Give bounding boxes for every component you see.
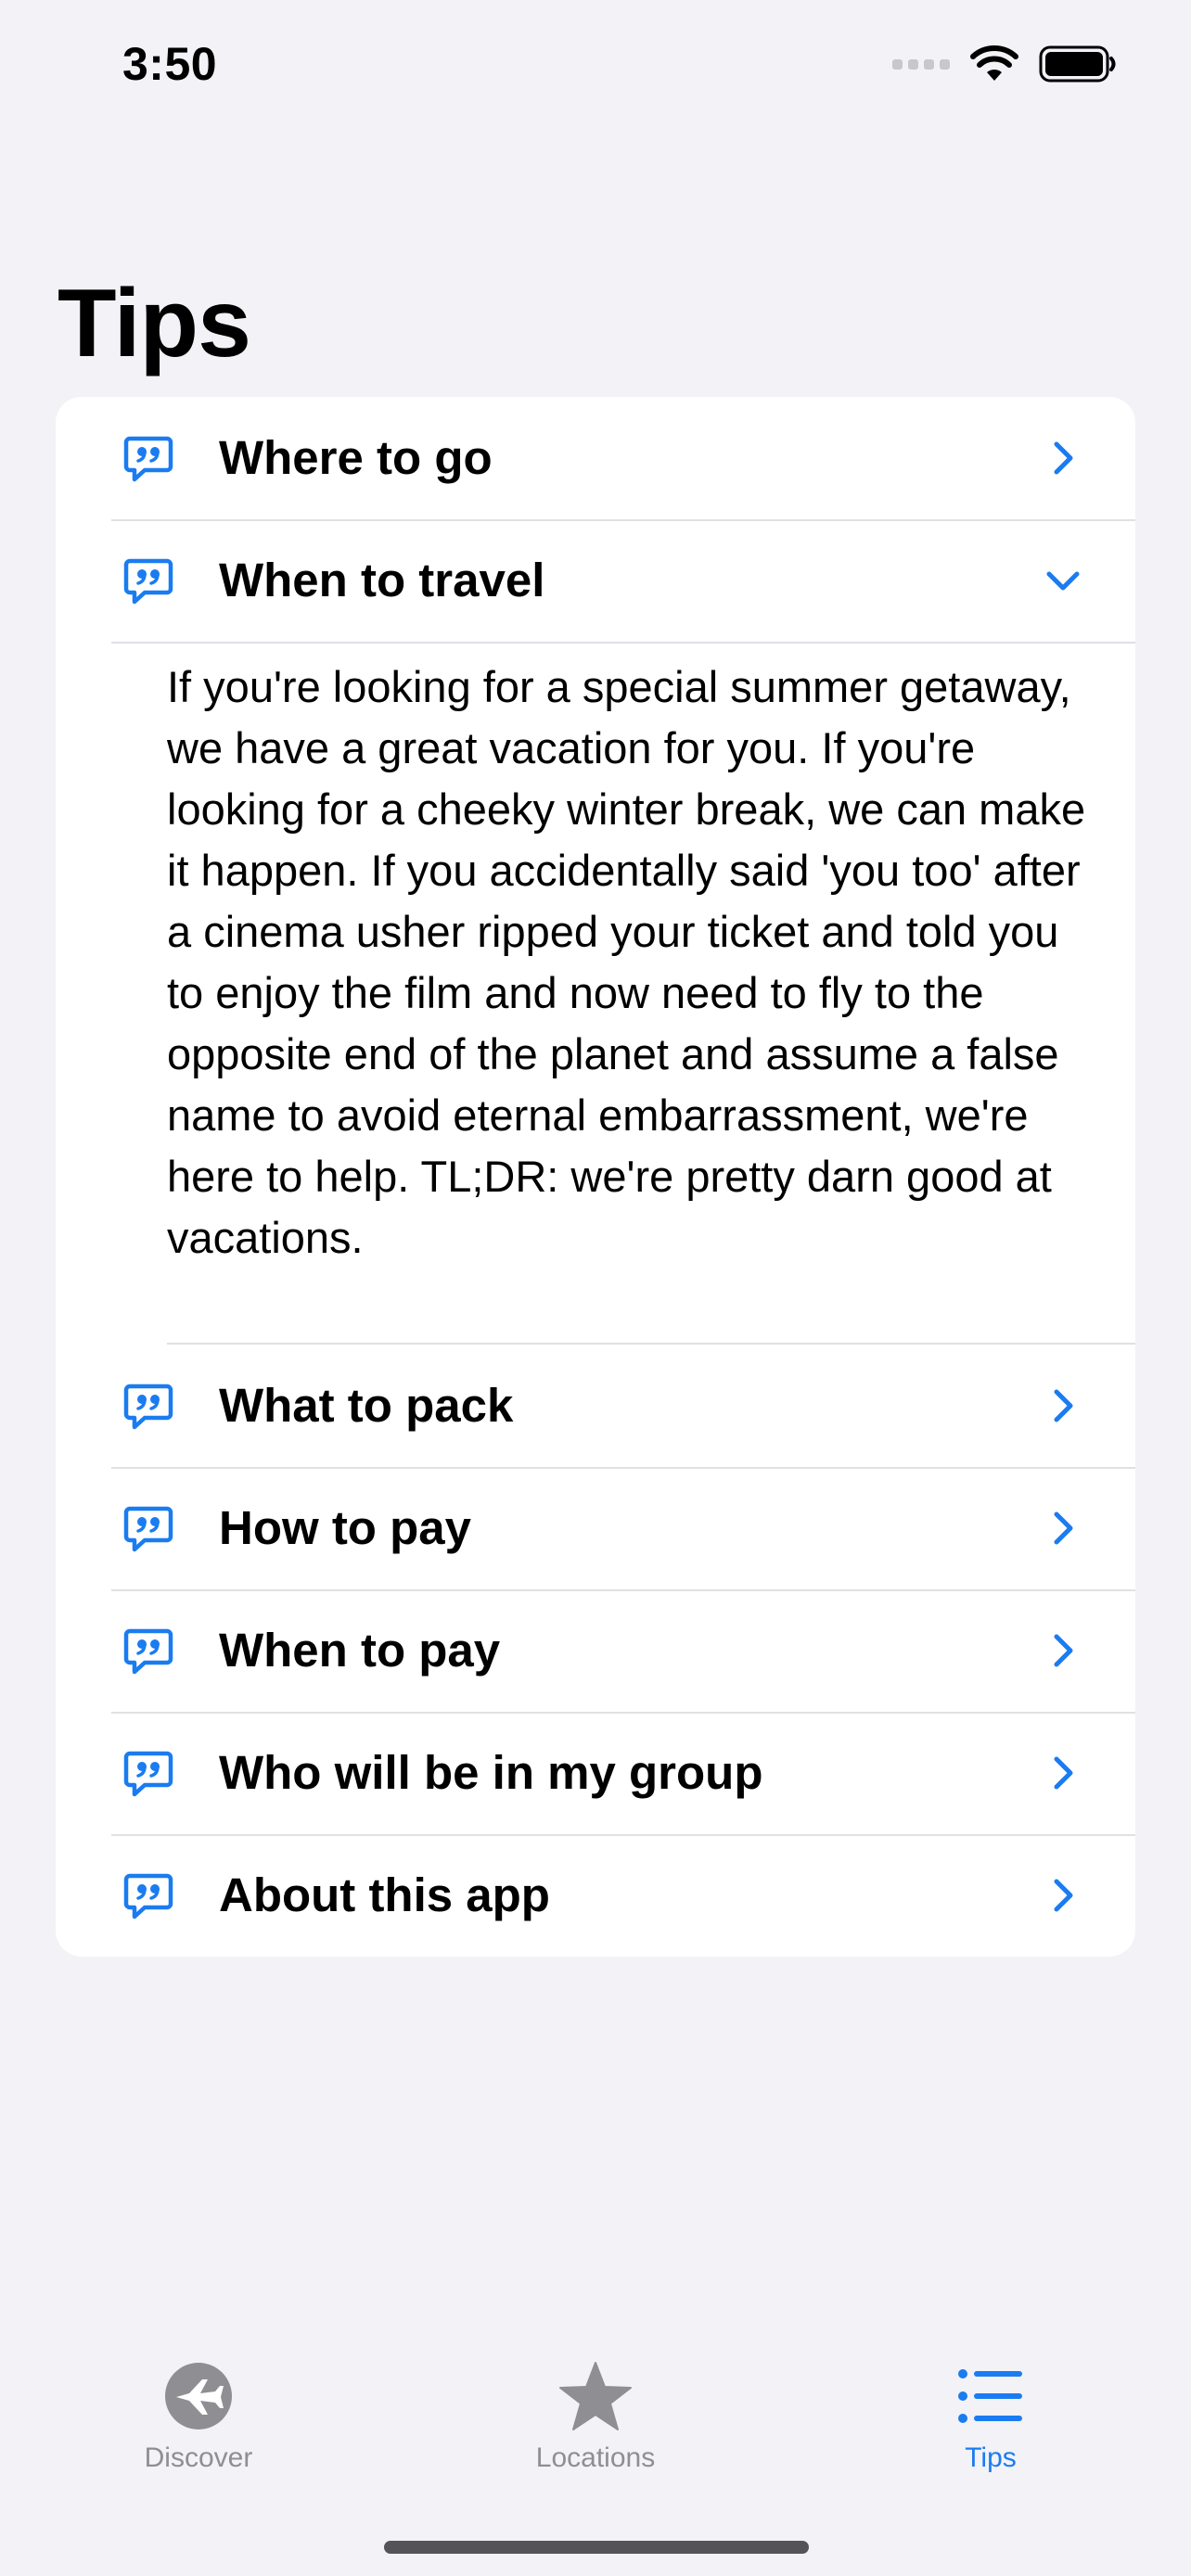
tip-label: When to travel (219, 554, 545, 606)
tab-discover[interactable]: Discover (78, 2337, 319, 2474)
star-icon (559, 2362, 632, 2430)
cellular-signal-icon (892, 58, 950, 70)
tab-label: Discover (144, 2442, 253, 2473)
quote-bubble-icon (122, 1503, 174, 1555)
chevron-right-icon (1043, 1630, 1083, 1671)
wifi-icon (970, 45, 1018, 81)
battery-icon (1039, 45, 1116, 83)
tab-tips[interactable]: Tips (870, 2337, 1111, 2474)
tip-row-when-to-travel[interactable]: When to travel (56, 519, 1135, 642)
tip-label: How to pay (219, 1501, 472, 1554)
chevron-right-icon (1043, 1385, 1083, 1426)
quote-bubble-icon (122, 1870, 174, 1922)
tip-label: When to pay (219, 1624, 501, 1677)
tab-label: Tips (965, 2442, 1017, 2473)
quote-bubble-icon (122, 433, 174, 485)
tip-row-when-to-pay[interactable]: When to pay (56, 1589, 1135, 1712)
tips-list: Where to go When to travel If you're loo… (56, 397, 1135, 1957)
chevron-right-icon (1043, 438, 1083, 478)
status-indicators (892, 45, 1117, 83)
screen: 3:50 Tips Where to go When to travel If … (0, 0, 1191, 2576)
tip-row-what-to-pack[interactable]: What to pack (56, 1345, 1135, 1467)
page-title: Tips (58, 270, 251, 377)
tip-detail-text: If you're looking for a special summer g… (167, 662, 1086, 1262)
list-icon (958, 2369, 1022, 2423)
tip-row-about-this-app[interactable]: About this app (56, 1834, 1135, 1957)
tip-label: Where to go (219, 431, 493, 484)
tab-locations[interactable]: Locations (475, 2337, 716, 2474)
tip-row-how-to-pay[interactable]: How to pay (56, 1467, 1135, 1589)
chevron-right-icon (1043, 1753, 1083, 1793)
chevron-right-icon (1043, 1875, 1083, 1916)
tip-row-where-to-go[interactable]: Where to go (56, 397, 1135, 519)
tab-label: Locations (535, 2442, 656, 2473)
quote-bubble-icon (122, 555, 174, 607)
chevron-down-icon (1043, 560, 1083, 601)
airplane-circle-icon (165, 2363, 232, 2429)
chevron-right-icon (1043, 1508, 1083, 1549)
tip-label: Who will be in my group (219, 1746, 763, 1799)
tip-label: What to pack (219, 1379, 514, 1432)
tip-row-who-will-be-in-my-group[interactable]: Who will be in my group (56, 1712, 1135, 1834)
quote-bubble-icon (122, 1626, 174, 1677)
tip-label: About this app (219, 1868, 550, 1921)
quote-bubble-icon (122, 1748, 174, 1800)
separator (111, 642, 1135, 644)
status-time: 3:50 (122, 38, 218, 90)
quote-bubble-icon (122, 1381, 174, 1433)
home-indicator[interactable] (384, 2541, 809, 2554)
